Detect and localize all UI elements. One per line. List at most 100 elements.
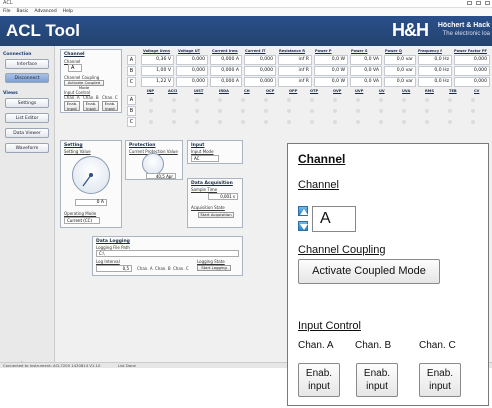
activate-coupled-mode-button[interactable]: Activate Coupled Mode	[298, 259, 440, 284]
status-led-icon	[425, 109, 429, 113]
start-logging-button[interactable]: Start Logging	[197, 265, 231, 271]
data-logging-panel: Data Logging Logging File Path C:\ Log I…	[92, 236, 243, 276]
sidebar-section-connection: Connection	[3, 52, 32, 57]
status-led-icon	[218, 109, 222, 113]
setting-title: Setting	[64, 143, 83, 148]
app-header: ACL Tool H&H Höchert & Hack The electron…	[0, 16, 492, 46]
enable-input-b-small[interactable]: Enab. input	[83, 101, 99, 111]
table-row: B 1,00 V 0,000 0,000 A 0,000 inf R 0,0 W…	[127, 66, 492, 77]
menu-basic[interactable]: Basic	[17, 8, 29, 16]
status-col-header: UIST	[194, 89, 204, 93]
status-led-icon	[379, 98, 383, 102]
minimize-icon[interactable]	[467, 1, 472, 5]
input-control-label: Input Control	[298, 320, 361, 332]
status-led-icon	[448, 98, 452, 102]
channel-coupling-label: Channel Coupling	[298, 244, 386, 256]
status-led-icon	[241, 109, 245, 113]
operating-mode-select[interactable]: Current (CC)	[64, 217, 100, 224]
status-led-icon	[425, 98, 429, 102]
enable-input-b-button[interactable]: Enab. input	[356, 363, 398, 397]
knob-needle-icon	[82, 173, 93, 187]
logging-file-path-field[interactable]: C:\	[96, 250, 239, 257]
setting-value-label: Setting Value	[64, 149, 91, 154]
start-acquisition-button[interactable]: Start Acquisition	[198, 212, 234, 218]
table-cell: 1,22 V	[141, 77, 174, 87]
sample-time-field[interactable]: 0,001 s	[208, 193, 238, 200]
enable-input-c-button[interactable]: Enab. input	[419, 363, 461, 397]
title-bar: ACL	[0, 0, 492, 8]
log-interval-field[interactable]: 0,5	[96, 265, 132, 272]
setpoint-field[interactable]: 0 A	[75, 199, 107, 206]
status-led-icon	[195, 109, 199, 113]
row-label: A	[127, 95, 136, 105]
channel-panel-small: Channel Channel A Channel Coupling Activ…	[60, 49, 122, 113]
log-chan-b-label: Chan. B	[155, 266, 171, 271]
status-led-icon	[264, 98, 268, 102]
menu-advanced[interactable]: Advanced	[34, 8, 56, 16]
status-led-icon	[425, 120, 429, 124]
table-cell: 0,0 W	[314, 55, 348, 65]
list-editor-button[interactable]: List Editor	[5, 113, 49, 123]
waveform-button[interactable]: Waveform	[5, 143, 49, 153]
table-cell: inf R	[278, 55, 312, 65]
status-led-icon	[448, 109, 452, 113]
enable-input-a-small[interactable]: Enab. input	[64, 101, 80, 111]
table-cell: 1,00 V	[141, 66, 174, 76]
channel-down-icon[interactable]	[298, 221, 308, 231]
status-led-icon	[310, 109, 314, 113]
status-led-icon	[379, 120, 383, 124]
interface-button[interactable]: Interface	[5, 59, 49, 69]
logging-state-label: Logging State	[197, 259, 225, 264]
disconnect-button[interactable]: Disconnect	[5, 73, 49, 83]
brand-name: Höchert & Hack	[437, 22, 490, 29]
table-row: A 0,36 V 0,000 0,000 A 0,000 inf R 0,0 W…	[127, 55, 492, 66]
window-title: ACL	[3, 0, 13, 6]
table-cell: 0,000	[454, 66, 490, 76]
channel-select-field[interactable]: A	[312, 206, 356, 232]
protection-knob[interactable]	[142, 153, 164, 175]
status-led-icon	[448, 120, 452, 124]
status-led-icon	[287, 98, 291, 102]
status-col-header: UV	[379, 89, 385, 93]
status-led-icon	[287, 109, 291, 113]
channel-select-small[interactable]: A	[68, 64, 82, 72]
status-led-icon	[264, 120, 268, 124]
menu-file[interactable]: File	[3, 8, 11, 16]
close-icon[interactable]	[485, 1, 490, 5]
row-label: C	[127, 77, 136, 87]
enable-input-c-small[interactable]: Enab. input	[102, 101, 118, 111]
status-col-header: IRDA	[219, 89, 229, 93]
data-viewer-button[interactable]: Data Viewer	[5, 128, 49, 138]
channel-up-icon[interactable]	[298, 206, 308, 216]
enable-input-a-button[interactable]: Enab. input	[298, 363, 340, 397]
status-led-icon	[241, 120, 245, 124]
settings-view-button[interactable]: Settings	[5, 98, 49, 108]
status-led-icon	[287, 120, 291, 124]
chan-c-label: Chan. C	[419, 340, 456, 351]
row-label: B	[127, 106, 136, 116]
table-cell: 0,0 VA	[350, 55, 382, 65]
protection-value-field[interactable]: 40,5 Apr	[146, 173, 176, 179]
table-cell: 0,0 VA	[350, 77, 382, 87]
status-led-icon	[264, 109, 268, 113]
maximize-icon[interactable]	[476, 1, 481, 5]
status-col-header: OVP	[333, 89, 342, 93]
chan-a-label: Chan. A	[298, 340, 334, 351]
col-header: Voltage UT	[178, 49, 201, 53]
menu-bar: File Basic Advanced Help	[0, 8, 492, 16]
table-cell: 0,0 Hz	[418, 66, 452, 76]
table-cell: 0,000	[244, 66, 276, 76]
window-controls	[467, 1, 490, 5]
setting-knob[interactable]	[72, 156, 110, 194]
col-header: Voltage Uvnn	[143, 49, 171, 53]
status-led-icon	[149, 120, 153, 124]
table-cell: 0,000	[176, 55, 208, 65]
status-led-icon	[379, 109, 383, 113]
coupled-mode-button-small[interactable]: Activate Coupled Mode	[64, 80, 104, 89]
status-col-header: UVA	[402, 89, 411, 93]
menu-help[interactable]: Help	[63, 8, 73, 16]
table-cell: 0,000	[176, 66, 208, 76]
status-col-header: ACCI	[168, 89, 178, 93]
input-mode-select[interactable]: AC	[191, 155, 219, 162]
status-led-icon	[149, 109, 153, 113]
